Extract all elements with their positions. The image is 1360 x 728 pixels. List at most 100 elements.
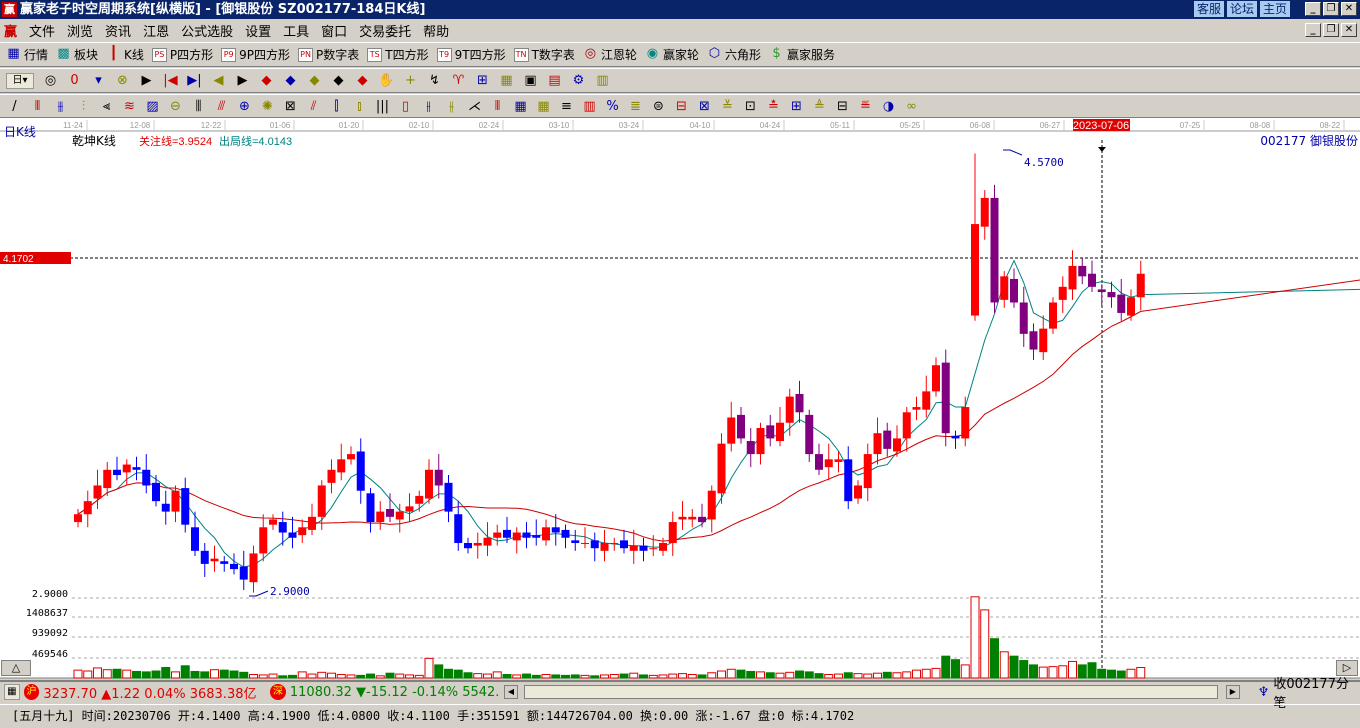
candle-body bbox=[512, 532, 521, 541]
volume-bar bbox=[210, 669, 219, 679]
candle-body bbox=[620, 540, 628, 549]
volume-bar bbox=[336, 674, 346, 679]
volume-bar bbox=[1048, 666, 1058, 679]
volume-bar bbox=[629, 672, 639, 679]
candle-body bbox=[1029, 331, 1038, 350]
price-axis-label: 2.9000 bbox=[32, 589, 68, 600]
volume-bar bbox=[93, 667, 102, 679]
volume-bar bbox=[707, 672, 717, 679]
volume-bar bbox=[765, 672, 775, 679]
volume-bar bbox=[132, 670, 141, 679]
volume-bar bbox=[268, 673, 278, 679]
candle-body bbox=[1039, 328, 1048, 353]
volume-bar bbox=[200, 671, 210, 679]
candle-body bbox=[366, 493, 375, 523]
candle-body bbox=[113, 469, 121, 476]
news-scrollbar[interactable] bbox=[523, 685, 1218, 699]
volume-bar bbox=[346, 674, 356, 679]
candle-body bbox=[649, 548, 658, 550]
volume-bar bbox=[600, 674, 609, 679]
candle-body bbox=[122, 464, 131, 473]
candle-body bbox=[746, 441, 755, 455]
date-tick-label: 06-27 bbox=[1040, 121, 1061, 130]
date-tick-label: 04-24 bbox=[760, 121, 781, 130]
candle-body bbox=[93, 485, 102, 499]
candle-body bbox=[288, 532, 297, 538]
candle-body bbox=[181, 488, 190, 525]
volume-bar bbox=[960, 664, 970, 679]
volume-bar bbox=[873, 672, 882, 679]
candle-body bbox=[990, 197, 999, 303]
volume-bar bbox=[473, 673, 483, 679]
candle-body bbox=[932, 365, 940, 392]
volume-bar bbox=[795, 670, 804, 679]
date-tick-label: 07-25 bbox=[1180, 121, 1201, 130]
candle-body bbox=[532, 535, 541, 538]
volume-bar bbox=[122, 669, 132, 679]
volume-bar bbox=[824, 674, 834, 679]
volume-bar bbox=[1116, 670, 1126, 679]
cursor-arrow-icon bbox=[1098, 147, 1106, 152]
volume-bar bbox=[414, 674, 424, 679]
volume-bar bbox=[522, 673, 531, 679]
volume-bar bbox=[424, 657, 434, 679]
candle-body bbox=[551, 527, 560, 533]
candle-body bbox=[103, 469, 112, 489]
volume-bar bbox=[356, 674, 366, 679]
scroll-left-button[interactable]: ◀ bbox=[504, 685, 518, 699]
candle-body bbox=[1010, 278, 1018, 303]
volume-bar bbox=[112, 668, 122, 679]
candle-body bbox=[473, 542, 482, 546]
chart-canvas[interactable]: 11-24 12-08 12-22 01-06 01-20 02-10 02-24 03-10… bbox=[0, 0, 1360, 680]
volume-bar bbox=[483, 673, 492, 679]
volume-bar bbox=[278, 675, 288, 679]
sz-index-quote[interactable]: 11080.32 ▼-15.12 -0.14% 5542.3 bbox=[290, 685, 500, 700]
cursor-date-label: 2023-07-06 bbox=[1073, 120, 1129, 132]
volume-bar bbox=[1038, 666, 1048, 679]
volume-bar bbox=[941, 655, 951, 679]
date-tick-label: 08-22 bbox=[1320, 121, 1341, 130]
volume-bar bbox=[678, 673, 687, 679]
candle-body bbox=[600, 542, 609, 551]
volume-bar bbox=[843, 672, 853, 679]
candle-body bbox=[327, 469, 336, 483]
sh-index-quote[interactable]: 3237.70 ▲1.22 0.04% 3683.38亿 bbox=[43, 683, 266, 702]
volume-bar bbox=[834, 673, 843, 679]
candle-body bbox=[405, 506, 414, 512]
date-tick-label: 12-08 bbox=[130, 121, 151, 130]
candle-body bbox=[737, 414, 745, 439]
volume-bar bbox=[687, 674, 697, 679]
volume-bar bbox=[73, 669, 83, 679]
candle-body bbox=[132, 467, 141, 470]
candle-body bbox=[678, 516, 687, 520]
sz-index-badge: 深 bbox=[270, 684, 286, 700]
volume-bar bbox=[570, 674, 580, 679]
date-tick-label: 05-25 bbox=[900, 121, 921, 130]
period-label: 日K线 bbox=[4, 125, 36, 139]
volume-bar bbox=[1068, 660, 1077, 679]
stock-name: 002177 御银股份 bbox=[1260, 133, 1358, 148]
candle-body bbox=[522, 532, 531, 538]
candle-body bbox=[961, 407, 970, 439]
candle-body bbox=[756, 427, 765, 455]
date-tick-label: 05-11 bbox=[830, 121, 850, 130]
volume-bar bbox=[580, 674, 590, 679]
volume-bar bbox=[931, 667, 941, 679]
volume-axis-label: 1408637 bbox=[26, 608, 68, 619]
candle-body bbox=[1019, 302, 1028, 334]
date-tick-label: 02-24 bbox=[479, 121, 500, 130]
volume-bar bbox=[609, 674, 619, 679]
candle-body bbox=[142, 469, 151, 486]
candle-body bbox=[698, 516, 706, 523]
scroll-right-button[interactable]: ▶ bbox=[1225, 685, 1240, 699]
volume-bar bbox=[990, 638, 999, 679]
quote-table-icon[interactable]: ▦ bbox=[4, 684, 20, 700]
candle-body bbox=[308, 516, 316, 530]
volume-bar bbox=[912, 669, 921, 679]
volume-bar bbox=[141, 671, 151, 679]
collapse-volume-button[interactable]: △ bbox=[1, 660, 31, 676]
volume-bar bbox=[717, 670, 726, 679]
candle-body bbox=[152, 482, 160, 502]
volume-bar bbox=[327, 672, 336, 679]
volume-bar bbox=[1136, 667, 1146, 679]
